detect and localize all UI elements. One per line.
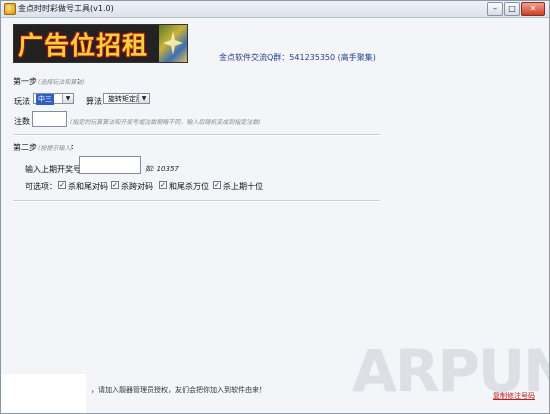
options-label: 可选项： [25,182,57,191]
close-button[interactable]: ✕ [521,2,545,16]
minimize-button[interactable]: – [487,2,503,16]
option-label[interactable]: 杀上期十位 [223,181,263,192]
step2-title: 第二步 [13,143,37,152]
option-label[interactable]: 杀和尾对码 [68,181,108,192]
count-label: 注数 [14,117,30,126]
option-checkbox[interactable]: ✓ [111,181,119,189]
step1-colon: : [77,76,80,85]
play-select[interactable]: 中三 ▼ [33,93,74,105]
step2-colon: : [71,142,74,151]
count-input[interactable] [32,111,67,127]
step2-hint: (按提示输入) [38,145,73,152]
option-label[interactable]: 和尾杀万位 [169,181,209,192]
chevron-down-icon: ▼ [138,94,149,103]
step1-title: 第一步 [13,77,37,86]
title-bar: 金点时时彩做号工具(v1.0) – □ ✕ [1,1,549,18]
chevron-down-icon: ▼ [62,94,73,103]
last-draw-input[interactable] [79,156,141,174]
option-checkbox[interactable]: ✓ [213,181,221,189]
overlay-box [1,374,86,413]
option-label[interactable]: 杀跨对码 [121,181,153,192]
algo-label: 算法 [86,97,102,106]
banner-decoration [159,25,187,62]
last-draw-label: 输入上期开奖号 [25,165,81,174]
play-select-value: 中三 [36,94,54,105]
window-title: 金点时时彩做号工具(v1.0) [18,4,114,13]
sparkle-icon [163,31,183,55]
count-hint: (指定的玩算算法和开奖号或注数期略不同，输入后随机变成到指定注数) [70,119,261,126]
copy-numbers-link[interactable]: 复制修注号码 [493,391,535,401]
window-controls: – □ ✕ [487,2,545,16]
app-icon [4,3,16,15]
algo-select[interactable]: 旋转矩定胆 ▼ [103,93,150,104]
maximize-button[interactable]: □ [504,2,520,16]
ad-banner[interactable]: 广告位招租 [13,24,188,63]
last-draw-example: 如: 10357 [145,165,179,173]
play-label: 玩法 [14,97,30,106]
app-window: 金点时时彩做号工具(v1.0) – □ ✕ 广告位招租 金点软件交流Q群：541… [0,0,550,414]
qq-group-info: 金点软件交流Q群：541235350 (高手聚集) [219,53,376,62]
option-checkbox[interactable]: ✓ [58,181,66,189]
ad-banner-text: 广告位招租 [18,31,149,60]
section-divider [13,134,380,136]
section-divider [13,200,380,202]
option-checkbox[interactable]: ✓ [159,181,167,189]
status-text: ，请加入靓器管理员授权，友们会把你加入到软件由来！ [91,386,266,394]
